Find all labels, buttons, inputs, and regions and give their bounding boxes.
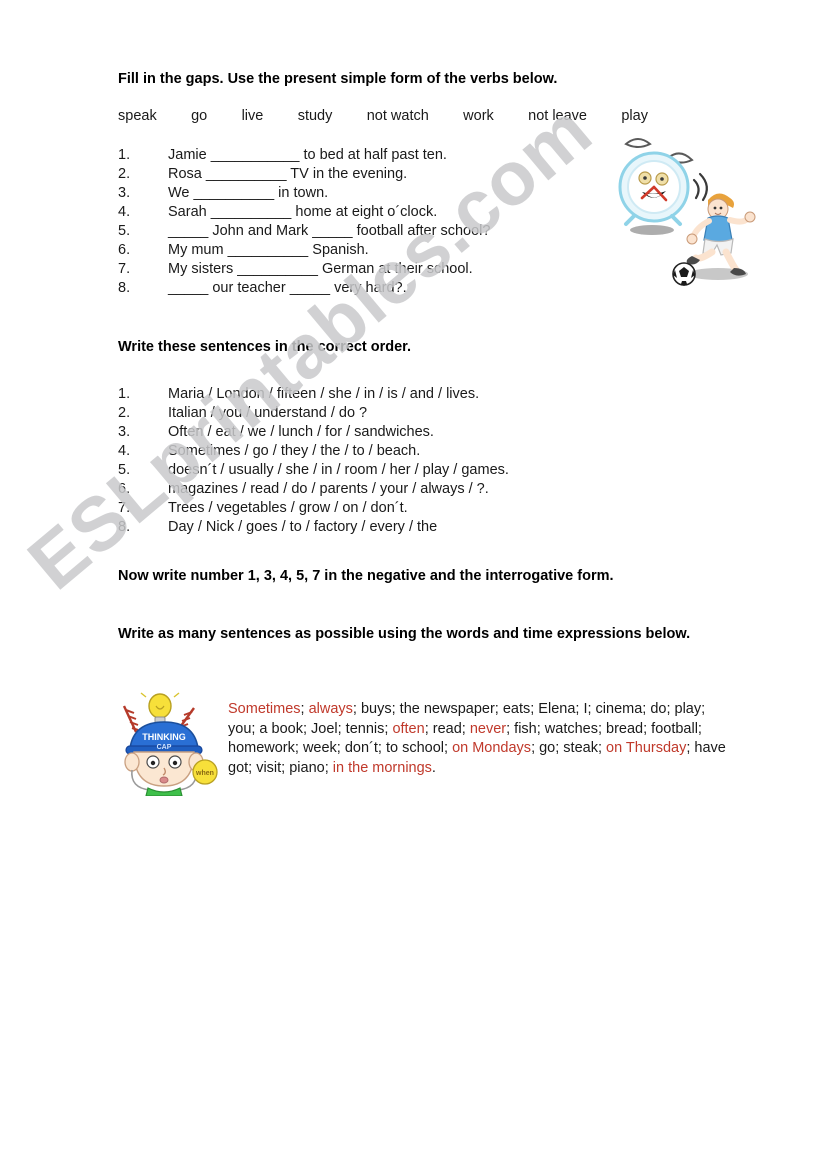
item-number: 2. (118, 405, 131, 421)
item-number: 5. (118, 462, 131, 478)
exercise-1-verb-bank: speak go live study not watch work not leave pl… (118, 108, 648, 124)
verb-bank-word: play (621, 108, 648, 124)
item-number: 3. (118, 185, 131, 201)
item-number: 7. (118, 500, 131, 516)
item-text: _____ our teacher _____ very hard?. (168, 280, 407, 296)
exercise-2-list: 1. Maria / London / fifteen / she / in / … (118, 385, 509, 537)
exercise-item: 6. My mum __________ Spanish. (118, 241, 490, 260)
item-text: My sisters __________ German at their sc… (168, 261, 473, 277)
item-number: 2. (118, 166, 131, 182)
exercise-3-heading: Now write number 1, 3, 4, 5, 7 in the ne… (118, 568, 614, 584)
exercise-item: 7. My sisters __________ German at their … (118, 260, 490, 279)
worksheet-page: ESLprintables.com THINKING CAP when Fill… (0, 0, 821, 1169)
item-text: doesn´t / usually / she / in / room / he… (168, 462, 509, 478)
exercise-item: 1. Maria / London / fifteen / she / in / … (118, 385, 509, 404)
item-text: Sarah __________ home at eight o´clock. (168, 204, 438, 220)
exercise-4-heading: Write as many sentences as possible usin… (118, 626, 691, 642)
exercise-item: 2. Rosa __________ TV in the evening. (118, 165, 490, 184)
item-text: My mum __________ Spanish. (168, 242, 369, 258)
time-expression: Sometimes (228, 701, 301, 717)
item-number: 6. (118, 242, 131, 258)
time-expression: never (469, 720, 507, 737)
exercise-1-list: 1. Jamie ___________ to bed at half past … (118, 146, 490, 298)
item-number: 8. (118, 280, 131, 296)
svg-text:THINKING: THINKING (142, 732, 186, 742)
verb-bank-word: speak (118, 108, 157, 124)
exercise-item: 4. Sometimes / go / they / the / to / bea… (118, 442, 509, 461)
item-text: Italian / you / understand / do ? (168, 405, 368, 421)
word-pool-text: ; (300, 701, 309, 717)
exercise-2-heading: Write these sentences in the correct ord… (118, 339, 412, 355)
exercise-item: 3. We __________ in town. (118, 184, 490, 203)
time-expression: always (308, 701, 353, 717)
verb-bank-word: work (463, 108, 494, 124)
verb-bank-word: study (297, 108, 333, 124)
time-expression: on Thursday (606, 740, 687, 756)
exercise-item: 3. Often / eat / we / lunch / for / sandw… (118, 423, 509, 442)
item-number: 1. (118, 386, 131, 402)
item-text: Jamie ___________ to bed at half past te… (168, 147, 447, 163)
exercise-item: 1. Jamie ___________ to bed at half past … (118, 146, 490, 165)
exercise-4-word-pool: Sometimes; always; buys; the newspaper; … (228, 700, 728, 778)
exercise-item: 8. _____ our teacher _____ very hard?. (118, 279, 490, 298)
item-number: 8. (118, 519, 131, 535)
svg-text:CAP: CAP (157, 744, 172, 751)
item-number: 3. (118, 424, 131, 440)
time-expression: in the mornings (332, 759, 432, 776)
time-expression: often (392, 720, 425, 737)
item-number: 4. (118, 443, 131, 459)
item-number: 6. (118, 481, 131, 497)
exercise-item: 6. magazines / read / do / parents / your… (118, 480, 509, 499)
item-text: Maria / London / fifteen / she / in / is… (168, 386, 480, 402)
exercise-item: 7. Trees / vegetables / grow / on / don´t… (118, 499, 509, 518)
svg-text:when: when (195, 770, 214, 777)
verb-bank-word: not watch (366, 108, 429, 124)
item-text: _____ John and Mark _____ football after… (168, 223, 491, 239)
exercise-item: 2. Italian / you / understand / do ? (118, 404, 509, 423)
verb-bank-word: not leave (528, 108, 587, 124)
item-number: 1. (118, 147, 131, 163)
item-number: 5. (118, 223, 131, 239)
time-expression: on Mondays (452, 740, 532, 756)
exercise-item: 8. Day / Nick / goes / to / factory / eve… (118, 518, 509, 537)
verb-bank-word: live (241, 108, 264, 124)
item-text: Sometimes / go / they / the / to / beach… (168, 443, 421, 459)
verb-bank-word: go (191, 108, 208, 124)
item-text: We __________ in town. (168, 185, 329, 201)
exercise-item: 5. _____ John and Mark _____ football aft… (118, 222, 490, 241)
item-text: Trees / vegetables / grow / on / don´t. (168, 500, 408, 516)
item-number: 4. (118, 204, 131, 220)
word-pool-text: ; read; (424, 720, 470, 737)
item-number: 7. (118, 261, 131, 277)
boy-with-thinking-cap-clipart: THINKING CAP when (122, 692, 218, 796)
item-text: Day / Nick / goes / to / factory / every… (168, 519, 438, 535)
item-text: Often / eat / we / lunch / for / sandwic… (168, 424, 434, 440)
item-text: Rosa __________ TV in the evening. (168, 166, 408, 182)
exercise-1-heading: Fill in the gaps. Use the present simple… (118, 71, 558, 87)
exercise-item: 4. Sarah __________ home at eight o´clock… (118, 203, 490, 222)
word-pool-text: ; go; steak; (531, 740, 607, 756)
item-text: magazines / read / do / parents / your /… (168, 481, 489, 497)
word-pool-text: . (431, 759, 436, 776)
alarm-clock-and-footballer-clipart (618, 138, 756, 286)
exercise-item: 5. doesn´t / usually / she / in / room / … (118, 461, 509, 480)
